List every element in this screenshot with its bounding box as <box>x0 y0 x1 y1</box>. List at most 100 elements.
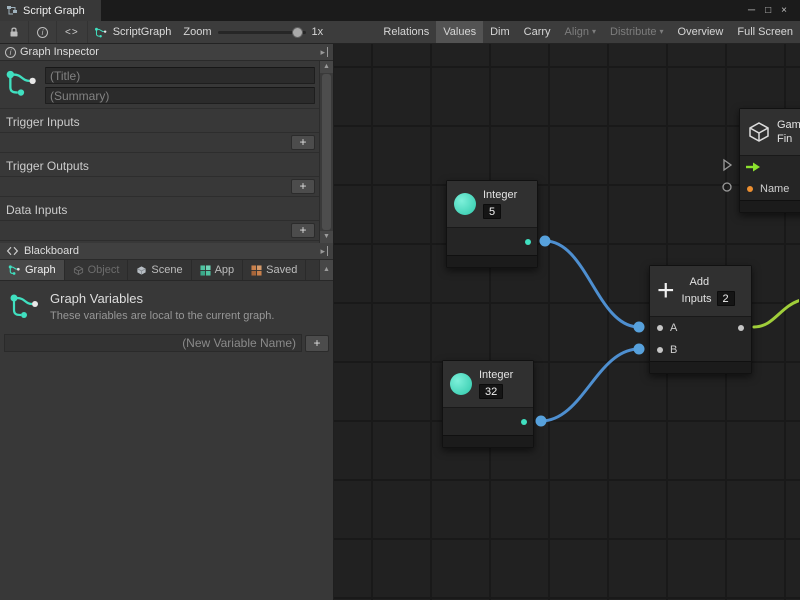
new-variable-input[interactable] <box>4 334 302 352</box>
distribute-dropdown[interactable]: Distribute ▾ <box>603 21 670 43</box>
node-header[interactable]: + Add Inputs 2 <box>650 266 751 316</box>
node-add[interactable]: + Add Inputs 2 A <box>649 265 752 374</box>
tab-scene-label: Scene <box>151 264 182 276</box>
fullscreen-button[interactable]: Full Screen <box>730 21 800 43</box>
connection-endpoint[interactable] <box>540 236 551 247</box>
node-find[interactable]: Gam Fin Name <box>739 108 800 213</box>
zoom-slider-knob[interactable] <box>292 27 303 38</box>
node-footer <box>447 255 537 267</box>
toggle-values[interactable]: Values <box>436 21 483 43</box>
object-tab-icon <box>73 265 84 276</box>
node-body: A B <box>650 316 751 361</box>
node-title: Integer <box>479 369 513 381</box>
node-header[interactable]: Integer 5 <box>447 181 537 227</box>
toggle-dim[interactable]: Dim <box>483 21 517 43</box>
blackboard-scroll-up-icon[interactable]: ▲ <box>319 260 333 280</box>
trigger-outputs-label: Trigger Outputs <box>0 158 319 176</box>
panel-maximize-icon[interactable]: ▸ <box>320 47 328 57</box>
tab-scene[interactable]: Scene <box>128 260 191 280</box>
output-port[interactable] <box>738 325 744 331</box>
add-data-input-button[interactable]: + <box>291 223 315 238</box>
input-port-b[interactable] <box>657 347 663 353</box>
inspect-button[interactable]: i <box>29 21 57 43</box>
scroll-down-icon[interactable]: ▼ <box>320 231 333 243</box>
tab-graph-label: Graph <box>25 264 56 276</box>
add-trigger-input-button[interactable]: + <box>291 135 315 150</box>
titlebar-spacer <box>101 0 743 21</box>
unconnected-value-port[interactable] <box>723 183 731 191</box>
connection-endpoint[interactable] <box>634 322 645 333</box>
inputs-count-field[interactable]: 2 <box>717 291 735 306</box>
inspector-scrollbar[interactable]: ▲ ▼ <box>319 61 333 243</box>
graph-inspector-panel: Trigger Inputs + Trigger Outputs + Data … <box>0 61 333 243</box>
tab-app[interactable]: App <box>192 260 244 280</box>
distribute-label: Distribute <box>610 26 656 38</box>
connection-endpoint[interactable] <box>634 344 645 355</box>
graph-canvas[interactable]: Integer 5 Integer 32 <box>334 44 800 600</box>
node-header[interactable]: Gam Fin <box>740 109 800 155</box>
minimize-icon[interactable]: ─ <box>743 5 760 16</box>
align-dropdown[interactable]: Align ▾ <box>558 21 603 43</box>
add-trigger-output-button[interactable]: + <box>291 179 315 194</box>
graph-summary-input[interactable] <box>45 87 315 104</box>
edit-graph-button[interactable]: <> <box>57 21 88 43</box>
output-port[interactable] <box>525 239 531 245</box>
wire-add-output[interactable] <box>754 300 799 327</box>
graph-asset-icon <box>94 26 108 39</box>
tab-title: Script Graph <box>23 5 85 17</box>
fullscreen-label: Full Screen <box>737 26 793 38</box>
node-header[interactable]: Integer 32 <box>443 361 533 407</box>
name-port-row: Name <box>740 178 800 200</box>
node-footer <box>443 435 533 447</box>
overview-button[interactable]: Overview <box>671 21 731 43</box>
graph-tab-icon <box>8 264 21 276</box>
node-integer-2[interactable]: Integer 32 <box>442 360 534 448</box>
scrollbar-thumb[interactable] <box>322 74 331 230</box>
info-icon: i <box>5 47 16 58</box>
lock-button[interactable] <box>0 21 29 43</box>
panel-maximize-icon[interactable]: ▸ <box>320 246 328 256</box>
maximize-icon[interactable]: □ <box>760 5 776 16</box>
toggle-carry[interactable]: Carry <box>517 21 558 43</box>
unconnected-flow-port[interactable] <box>724 160 731 170</box>
script-graph-icon <box>6 5 18 17</box>
node-integer-1[interactable]: Integer 5 <box>446 180 538 268</box>
scrollbar-track[interactable] <box>320 73 333 231</box>
graph-inspector-header: i Graph Inspector ▸ <box>0 44 333 61</box>
sidebar: i Graph Inspector ▸ <box>0 44 334 600</box>
input-port-a[interactable] <box>657 325 663 331</box>
data-inputs-list: + <box>0 220 319 241</box>
graph-variables-block: Graph Variables These variables are loca… <box>0 281 333 330</box>
inputs-label: Inputs <box>682 293 712 305</box>
gameobject-cube-icon <box>747 120 771 144</box>
scroll-up-icon[interactable]: ▲ <box>320 61 333 73</box>
output-port[interactable] <box>521 419 527 425</box>
new-variable-row: + <box>0 330 333 356</box>
tab-saved[interactable]: Saved <box>243 260 306 280</box>
tab-graph[interactable]: Graph <box>0 260 65 280</box>
name-input-port[interactable] <box>747 186 753 192</box>
saved-tab-icon <box>251 265 262 276</box>
node-body <box>443 407 533 435</box>
wire-integer2-to-add-b[interactable] <box>541 349 639 421</box>
lock-icon <box>8 26 20 38</box>
integer-value-field[interactable]: 32 <box>479 384 503 399</box>
scene-tab-icon <box>136 265 147 276</box>
wire-integer1-to-add-a[interactable] <box>545 241 639 327</box>
tab-script-graph[interactable]: Script Graph <box>0 0 101 21</box>
integer-literal-icon <box>454 193 476 215</box>
add-variable-button[interactable]: + <box>305 335 329 352</box>
zoom-slider[interactable] <box>218 21 306 43</box>
node-footer <box>740 200 800 212</box>
flow-arrow-icon[interactable] <box>746 162 761 172</box>
graph-variables-icon <box>8 291 42 321</box>
connection-endpoint[interactable] <box>536 416 547 427</box>
name-port-label: Name <box>760 183 789 195</box>
tab-object[interactable]: Object <box>65 260 129 280</box>
integer-value-field[interactable]: 5 <box>483 204 501 219</box>
toggle-relations[interactable]: Relations <box>376 21 436 43</box>
add-icon: + <box>657 278 675 304</box>
close-icon[interactable]: × <box>776 5 792 16</box>
node-title-line1: Gam <box>777 119 800 131</box>
graph-title-input[interactable] <box>45 67 315 84</box>
